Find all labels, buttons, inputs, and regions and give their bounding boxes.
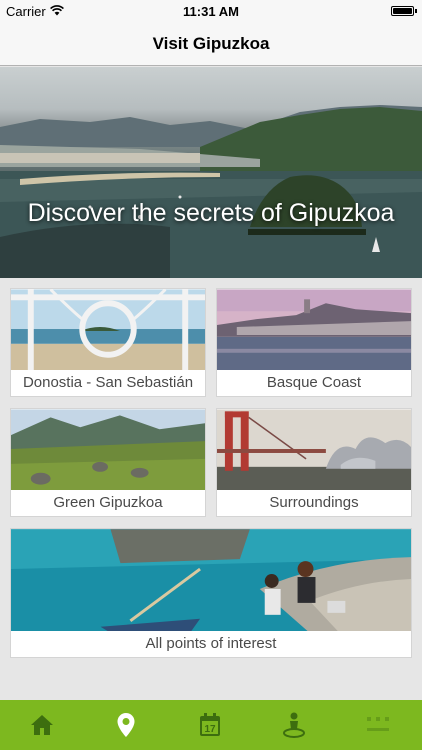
tab-nearby[interactable] [252,700,336,750]
tab-more[interactable] [336,700,420,750]
person-location-icon [283,712,305,738]
green-gipuzkoa-photo [11,409,205,492]
tile-label: All points of interest [11,631,411,657]
tab-map[interactable] [84,700,168,750]
category-tile-all-points[interactable]: All points of interest [10,528,412,658]
page-title: Visit Gipuzkoa [152,34,270,53]
tab-bar: 17 [0,700,422,750]
status-bar: Carrier 11:31 AM [0,0,422,22]
category-tile-donostia[interactable]: Donostia - San Sebastián [10,288,206,397]
more-icon [367,717,389,731]
category-tile-surroundings[interactable]: Surroundings [216,408,412,517]
donostia-photo [11,289,205,372]
all-points-photo [11,529,411,633]
svg-text:17: 17 [204,724,216,735]
hero-bay-photo [0,105,422,278]
surroundings-photo [217,409,411,492]
battery-icon [391,6,417,16]
basque-coast-photo [217,289,411,372]
tile-label: Basque Coast [217,370,411,396]
navigation-bar: Visit Gipuzkoa [0,22,422,66]
home-icon [31,715,53,735]
tab-calendar[interactable]: 17 [168,700,252,750]
clock: 11:31 AM [183,4,239,19]
tile-label: Green Gipuzkoa [11,490,205,516]
tile-label: Surroundings [217,490,411,516]
map-pin-icon [117,713,135,737]
hero-caption: Discover the secrets of Gipuzkoa [27,199,395,227]
tab-home[interactable] [0,700,84,750]
hero-banner[interactable]: Discover the secrets of Gipuzkoa [0,67,422,278]
category-tile-basque-coast[interactable]: Basque Coast [216,288,412,397]
calendar-icon: 17 [200,713,220,736]
category-tile-green-gipuzkoa[interactable]: Green Gipuzkoa [10,408,206,517]
tile-label: Donostia - San Sebastián [11,370,205,396]
